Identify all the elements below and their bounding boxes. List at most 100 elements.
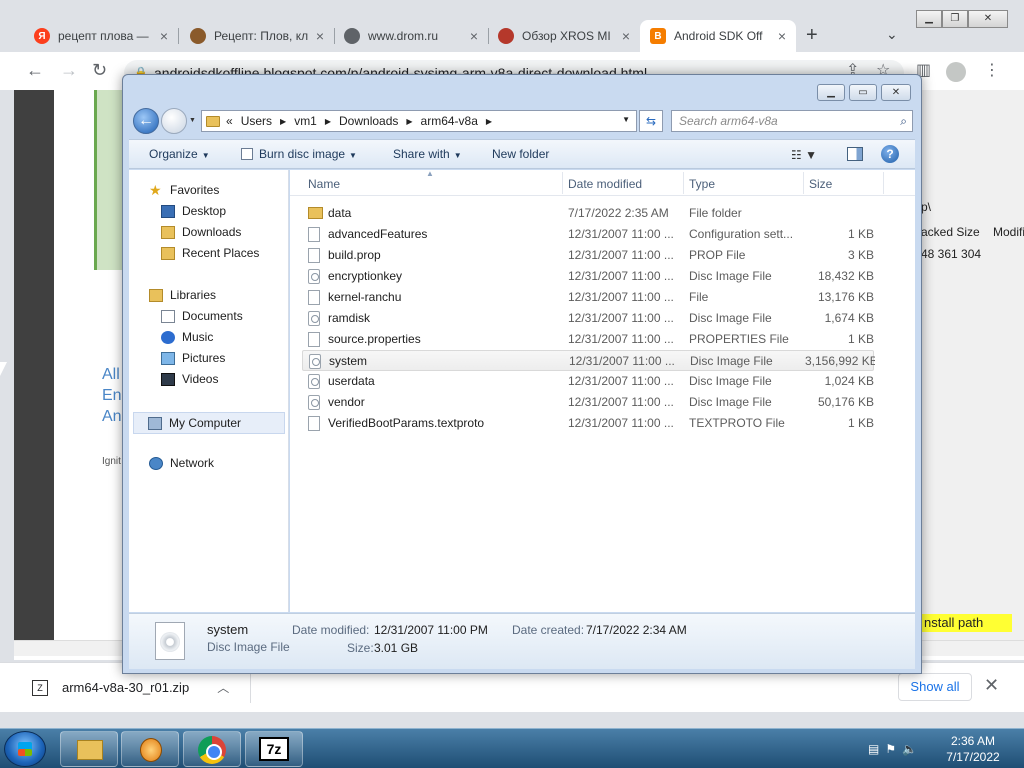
nav-music[interactable]: Music — [161, 330, 213, 344]
back-arrow-icon[interactable]: ← — [26, 60, 44, 81]
nav-documents[interactable]: Documents — [161, 309, 243, 323]
breadcrumb-address-bar[interactable]: « Users ▶ vm1 ▶ Downloads ▶ arm64-v8a ▶ … — [201, 110, 637, 132]
close-tab-icon[interactable]: × — [470, 28, 478, 44]
forward-button[interactable] — [161, 108, 187, 134]
file-row-data[interactable]: data 7/17/2022 2:35 AM File folder — [302, 203, 874, 224]
nav-recent-places[interactable]: Recent Places — [161, 246, 259, 260]
details-date-created: 7/17/2022 2:34 AM — [586, 623, 687, 637]
network-tray-icon[interactable]: ▤ — [868, 742, 885, 756]
breadcrumb-arrow-icon[interactable]: ▶ — [486, 117, 492, 126]
nav-desktop[interactable]: Desktop — [161, 204, 226, 218]
column-separator[interactable] — [803, 172, 804, 194]
file-row-build-prop[interactable]: build.prop 12/31/2007 11:00 ... PROP File 3… — [302, 245, 874, 266]
recent-pages-dropdown-icon[interactable]: ▼ — [189, 117, 196, 124]
help-icon[interactable]: ? — [881, 145, 899, 163]
tab-2[interactable]: Рецепт: Плов, кл × — [180, 20, 334, 52]
download-item[interactable]: Z arm64-v8a-30_r01.zip ︿ — [32, 679, 229, 696]
breadcrumb-overflow[interactable]: « — [226, 114, 233, 128]
breadcrumb-arm64-v8a[interactable]: arm64-v8a — [421, 114, 478, 128]
tab-4[interactable]: Обзор XROS MI × — [488, 20, 640, 52]
file-icon — [308, 290, 320, 305]
change-view-icon[interactable]: ☷ ▼ — [791, 148, 817, 162]
taskbar-chrome-button[interactable] — [183, 731, 241, 767]
tab-1[interactable]: Я рецепт плова — × — [24, 20, 178, 52]
disc-image-icon — [308, 395, 320, 410]
forward-arrow-icon[interactable]: → — [60, 60, 78, 81]
close-tab-icon[interactable]: × — [622, 28, 630, 44]
explorer-minimize-button[interactable]: ▁ — [817, 84, 845, 101]
tab-5-active[interactable]: B Android SDK Off × — [640, 20, 796, 52]
file-row-vendor[interactable]: vendor 12/31/2007 11:00 ... Disc Image Fil… — [302, 392, 874, 413]
nav-libraries[interactable]: Libraries — [149, 288, 216, 302]
chevron-up-icon[interactable]: ︿ — [217, 679, 229, 696]
nav-my-computer[interactable]: My Computer — [133, 412, 285, 434]
breadcrumb-arrow-icon[interactable]: ▶ — [280, 117, 286, 126]
tab-3[interactable]: www.drom.ru × — [334, 20, 488, 52]
breadcrumb-arrow-icon[interactable]: ▶ — [406, 117, 412, 126]
column-date-modified[interactable]: Date modified — [568, 177, 642, 191]
minimize-button[interactable]: ▁ — [916, 10, 942, 28]
column-separator[interactable] — [683, 172, 684, 194]
column-type[interactable]: Type — [689, 177, 715, 191]
new-tab-button[interactable]: + — [806, 24, 818, 47]
back-button[interactable]: ← — [133, 108, 159, 134]
reload-icon[interactable]: ↻ — [92, 60, 107, 81]
file-row-userdata[interactable]: userdata 12/31/2007 11:00 ... Disc Image F… — [302, 371, 874, 392]
breadcrumb-arrow-icon[interactable]: ▶ — [325, 117, 331, 126]
refresh-icon[interactable]: ⇆ — [639, 110, 663, 132]
menu-dots-icon[interactable]: ⋮ — [984, 60, 1000, 80]
explorer-maximize-button[interactable]: ▭ — [849, 84, 877, 101]
address-dropdown-icon[interactable]: ▼ — [622, 115, 630, 124]
file-type: PROPERTIES File — [689, 332, 789, 346]
column-size[interactable]: Size — [809, 177, 832, 191]
background-app-panel: p\ acked Size Modifie 48 361 304 — [920, 90, 1024, 640]
column-separator[interactable] — [883, 172, 884, 194]
nav-favorites[interactable]: ★ Favorites — [149, 183, 219, 198]
file-size: 1 KB — [847, 416, 874, 430]
explorer-title-bar[interactable]: ▁ ▭ ✕ — [123, 75, 921, 105]
profile-avatar[interactable] — [946, 62, 966, 82]
close-button[interactable]: ✕ — [967, 10, 1008, 28]
nav-label: Pictures — [182, 351, 226, 365]
start-button[interactable] — [4, 731, 46, 767]
breadcrumb-downloads[interactable]: Downloads — [339, 114, 398, 128]
clock[interactable]: 2:36 AM 7/17/2022 — [940, 733, 1006, 765]
close-tab-icon[interactable]: × — [778, 28, 786, 44]
search-icon[interactable]: ⌕ — [900, 111, 907, 131]
file-row-kernel-ranchu[interactable]: kernel-ranchu 12/31/2007 11:00 ... File 13,… — [302, 287, 874, 308]
taskbar-explorer-button[interactable] — [60, 731, 118, 767]
volume-icon[interactable]: 🔈 — [902, 742, 923, 756]
nav-network[interactable]: Network — [149, 456, 214, 470]
close-download-bar-icon[interactable]: ✕ — [984, 675, 999, 696]
share-with-button[interactable]: Share with ▼ — [393, 147, 462, 161]
media-player-icon — [140, 738, 162, 762]
nav-videos[interactable]: Videos — [161, 372, 218, 386]
chrome-icon — [198, 736, 226, 764]
maximize-button[interactable]: ❐ — [941, 10, 968, 28]
file-row-verifiedbootparams-textproto[interactable]: VerifiedBootParams.textproto 12/31/2007 1… — [302, 413, 874, 434]
action-center-icon[interactable]: ⚑ — [885, 742, 902, 756]
file-row-source-properties[interactable]: source.properties 12/31/2007 11:00 ... PRO… — [302, 329, 874, 350]
search-input[interactable]: Search arm64-v8a ⌕ — [671, 110, 913, 132]
breadcrumb-vm1[interactable]: vm1 — [294, 114, 317, 128]
new-folder-button[interactable]: New folder — [492, 147, 549, 161]
file-row-advancedfeatures[interactable]: advancedFeatures 12/31/2007 11:00 ... Conf… — [302, 224, 874, 245]
file-row-encryptionkey[interactable]: encryptionkey 12/31/2007 11:00 ... Disc Im… — [302, 266, 874, 287]
file-row-system[interactable]: system 12/31/2007 11:00 ... Disc Image Fil… — [302, 350, 875, 371]
organize-button[interactable]: Organize ▼ — [149, 147, 210, 161]
tab-search-chevron-icon[interactable]: ⌄ — [886, 26, 898, 43]
nav-pictures[interactable]: Pictures — [161, 351, 225, 365]
burn-disc-image-button[interactable]: Burn disc image ▼ — [241, 147, 357, 161]
show-all-button[interactable]: Show all — [898, 673, 972, 701]
close-tab-icon[interactable]: × — [316, 28, 324, 44]
close-tab-icon[interactable]: × — [160, 28, 168, 44]
preview-pane-icon[interactable] — [847, 147, 863, 161]
file-row-ramdisk[interactable]: ramdisk 12/31/2007 11:00 ... Disc Image Fi… — [302, 308, 874, 329]
taskbar-7zip-button[interactable]: 7z — [245, 731, 303, 767]
nav-downloads[interactable]: Downloads — [161, 225, 241, 239]
breadcrumb-users[interactable]: Users — [241, 114, 272, 128]
explorer-close-button[interactable]: ✕ — [881, 84, 911, 101]
taskbar-media-player-button[interactable] — [121, 731, 179, 767]
column-separator[interactable] — [562, 172, 563, 194]
column-name[interactable]: Name — [308, 177, 340, 191]
